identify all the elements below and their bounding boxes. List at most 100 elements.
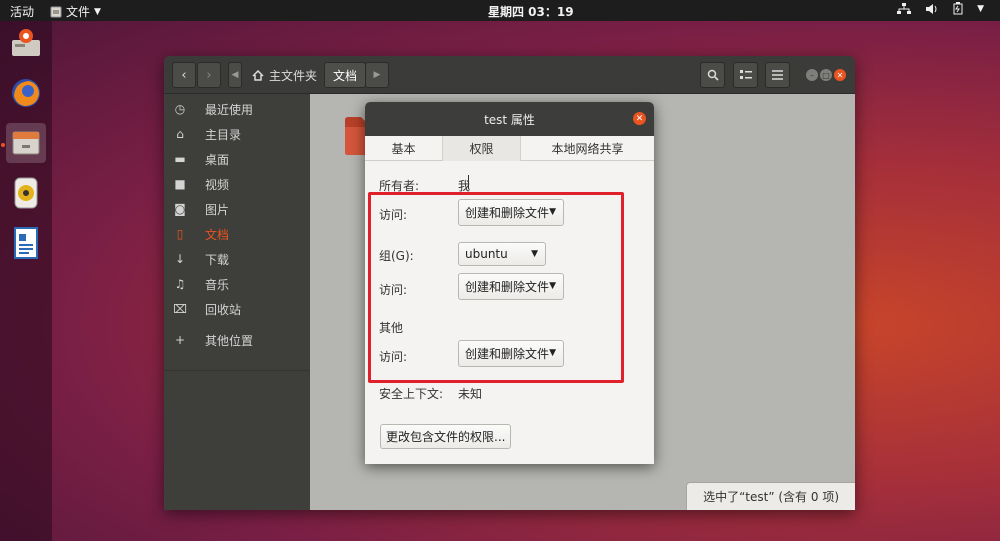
hamburger-icon xyxy=(772,70,783,80)
minimize-button[interactable]: – xyxy=(806,69,818,81)
caret-down-icon: ▼ xyxy=(549,281,556,291)
app-menu[interactable]: 文件 ▼ xyxy=(50,3,101,20)
others-access-value: 创建和删除文件 xyxy=(465,347,550,361)
app-menu-label: 文件 xyxy=(66,5,91,19)
change-contained-permissions-button[interactable]: 更改包含文件的权限... xyxy=(380,424,512,449)
caret-down-icon: ▼ xyxy=(549,207,556,217)
owner-access-label: 访问: xyxy=(379,208,408,222)
installer-launcher[interactable] xyxy=(6,23,46,63)
dock xyxy=(0,21,52,541)
list-view-icon xyxy=(739,70,752,79)
places-sidebar: ◷ 最近使用 ⌂ 主目录 ▬ 桌面 ■ 视频 ◙ 图片 ▯ 文档 ↓ 下载 ♫ xyxy=(164,94,310,510)
video-icon: ■ xyxy=(174,177,186,191)
tab-label: 基本 xyxy=(391,142,416,156)
caret-down-icon: ▼ xyxy=(977,3,984,14)
group-select[interactable]: ubuntu ▼ xyxy=(458,242,546,266)
caret-down-icon: ▼ xyxy=(94,6,101,17)
top-bar: 活动 文件 ▼ 星期四 03：19 ▼ xyxy=(0,0,1000,21)
group-label: 组(G): xyxy=(379,249,414,263)
sidebar-item-videos[interactable]: ■ 视频 xyxy=(164,173,310,195)
search-button[interactable] xyxy=(700,62,725,88)
installer-icon xyxy=(12,29,40,56)
back-button[interactable]: ‹ xyxy=(172,62,196,88)
maximize-icon: □ xyxy=(822,70,830,80)
owner-label: 所有者: xyxy=(379,179,420,193)
sidebar-item-pictures[interactable]: ◙ 图片 xyxy=(164,198,310,220)
activities-button[interactable]: 活动 xyxy=(10,3,34,20)
others-label: 其他 xyxy=(379,321,404,335)
breadcrumb-home-label: 主文件夹 xyxy=(269,68,318,83)
firefox-launcher[interactable] xyxy=(6,73,46,113)
sidebar-item-label: 回收站 xyxy=(205,302,242,317)
sidebar-item-trash[interactable]: ⌧ 回收站 xyxy=(164,298,310,320)
writer-launcher[interactable] xyxy=(6,223,46,263)
caret-down-icon: ▼ xyxy=(531,249,538,259)
sidebar-item-label: 音乐 xyxy=(205,277,230,292)
tab-label: 本地网络共享 xyxy=(551,142,624,156)
sidebar-item-label: 图片 xyxy=(205,202,230,217)
sidebar-item-label: 最近使用 xyxy=(205,102,254,117)
others-access-select[interactable]: 创建和删除文件 ▼ xyxy=(458,340,564,367)
group-value: ubuntu xyxy=(465,247,508,261)
view-options-button[interactable] xyxy=(733,62,758,88)
camera-icon: ◙ xyxy=(174,202,186,216)
home-icon xyxy=(252,69,264,81)
volume-icon xyxy=(926,3,937,14)
music-icon: ♫ xyxy=(174,277,186,291)
tab-permissions[interactable]: 权限 xyxy=(443,136,521,161)
files-app-icon xyxy=(50,6,62,17)
path-scroll-left-button[interactable]: ◀ xyxy=(228,62,242,88)
sidebar-item-label: 其他位置 xyxy=(205,333,254,348)
security-context-label: 安全上下文: xyxy=(379,387,444,401)
maximize-button[interactable]: □ xyxy=(820,69,832,81)
group-access-value: 创建和删除文件 xyxy=(465,280,550,294)
files-launcher[interactable] xyxy=(6,123,46,163)
dialog-titlebar: test 属性 ✕ xyxy=(365,102,654,136)
plus-icon: + xyxy=(174,333,186,347)
sidebar-item-home[interactable]: ⌂ 主目录 xyxy=(164,123,310,145)
sidebar-item-label: 下载 xyxy=(205,252,230,267)
close-button[interactable]: ✕ xyxy=(834,69,846,81)
running-indicator xyxy=(1,143,5,147)
breadcrumb-documents[interactable]: 文档 xyxy=(324,62,367,88)
files-icon xyxy=(12,131,40,155)
sidebar-item-documents[interactable]: ▯ 文档 xyxy=(164,223,310,245)
download-icon: ↓ xyxy=(174,252,186,266)
folder-icon: ▬ xyxy=(174,152,186,166)
caret-down-icon: ▼ xyxy=(549,348,556,358)
sidebar-item-music[interactable]: ♫ 音乐 xyxy=(164,273,310,295)
home-icon: ⌂ xyxy=(176,127,184,141)
sidebar-item-label: 文档 xyxy=(205,227,230,242)
search-icon xyxy=(707,69,719,81)
sidebar-item-other-locations[interactable]: + 其他位置 xyxy=(164,329,310,351)
sidebar-item-recent[interactable]: ◷ 最近使用 xyxy=(164,98,310,120)
writer-icon xyxy=(14,227,38,259)
sidebar-item-label: 桌面 xyxy=(205,152,230,167)
status-text: 选中了“test” (含有 0 项) xyxy=(703,490,839,504)
group-access-select[interactable]: 创建和删除文件 ▼ xyxy=(458,273,564,300)
battery-icon xyxy=(953,2,963,15)
sidebar-item-desktop[interactable]: ▬ 桌面 xyxy=(164,148,310,170)
others-access-label: 访问: xyxy=(379,350,408,364)
menu-button[interactable] xyxy=(765,62,790,88)
tab-local-network-share[interactable]: 本地网络共享 xyxy=(521,136,654,161)
path-scroll-right-button[interactable]: ▶ xyxy=(365,62,389,88)
breadcrumb-documents-label: 文档 xyxy=(333,68,358,83)
rhythmbox-launcher[interactable] xyxy=(6,173,46,213)
text-cursor xyxy=(468,175,469,189)
owner-access-value: 创建和删除文件 xyxy=(465,206,550,220)
sidebar-item-label: 主目录 xyxy=(205,127,242,142)
breadcrumb-home[interactable]: 主文件夹 xyxy=(244,62,325,88)
trash-icon: ⌧ xyxy=(173,302,187,316)
dialog-tabs: 基本 权限 本地网络共享 xyxy=(365,136,654,161)
tab-basic[interactable]: 基本 xyxy=(365,136,443,161)
tab-label: 权限 xyxy=(469,142,494,156)
network-icon xyxy=(897,2,912,14)
forward-button[interactable]: › xyxy=(197,62,221,88)
owner-access-select[interactable]: 创建和删除文件 ▼ xyxy=(458,199,564,226)
clock[interactable]: 星期四 03：19 xyxy=(488,3,574,20)
recent-icon: ◷ xyxy=(174,102,186,116)
dialog-close-button[interactable]: ✕ xyxy=(633,112,646,125)
sidebar-item-downloads[interactable]: ↓ 下载 xyxy=(164,248,310,270)
system-tray[interactable]: ▼ xyxy=(897,2,984,15)
